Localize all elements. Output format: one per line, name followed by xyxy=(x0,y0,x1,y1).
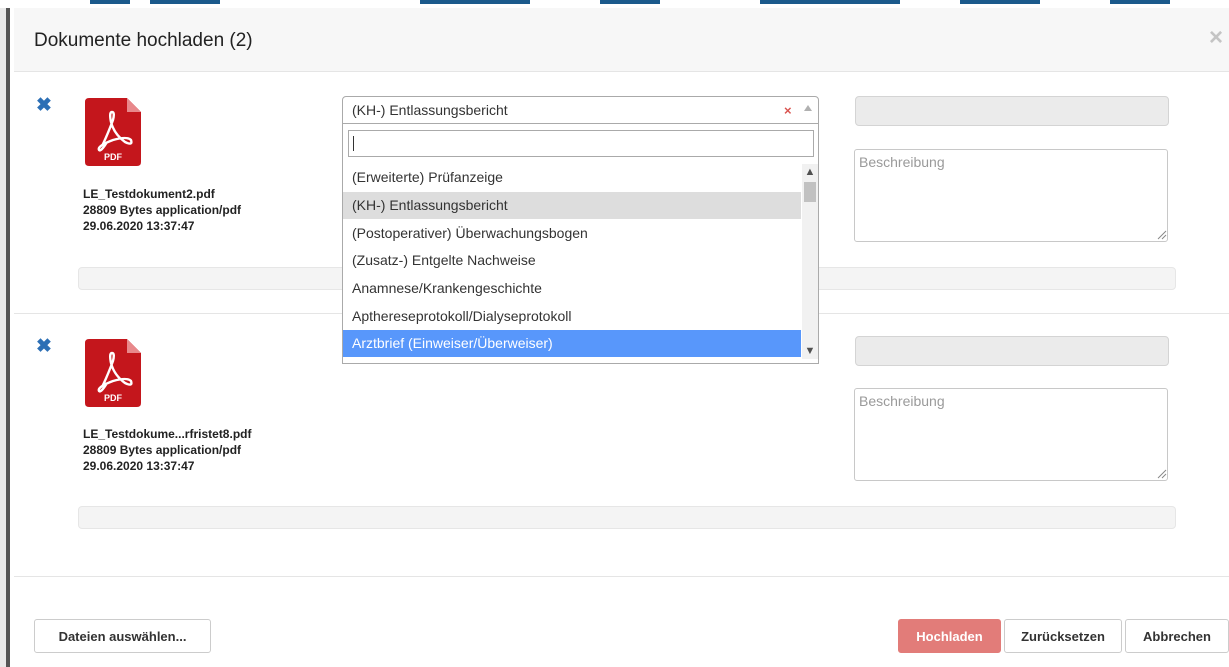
scroll-down-icon[interactable]: ▼ xyxy=(802,343,818,359)
file-date: 29.06.2020 13:37:47 xyxy=(83,219,195,233)
file-name: LE_Testdokume...rfristet8.pdf xyxy=(83,427,252,441)
background-page-strip xyxy=(0,0,1229,8)
file-info: LE_Testdokume...rfristet8.pdf 28809 Byte… xyxy=(83,426,251,474)
remove-file-icon[interactable]: ✖ xyxy=(36,335,52,358)
option-item[interactable]: Apthereseprotokoll/Dialyseprotokoll xyxy=(343,303,801,330)
dialog-header: Dokumente hochladen (2) × xyxy=(14,8,1229,72)
text-caret xyxy=(353,136,354,151)
file-info: LE_Testdokument2.pdf 28809 Bytes applica… xyxy=(83,186,241,234)
pdf-icon-label: PDF xyxy=(104,152,123,162)
file-name: LE_Testdokument2.pdf xyxy=(83,187,215,201)
file-date: 29.06.2020 13:37:47 xyxy=(83,459,195,473)
option-item[interactable]: Anamnese/Krankengeschichte xyxy=(343,275,801,302)
footer-divider xyxy=(14,576,1229,577)
dialog-title: Dokumente hochladen (2) xyxy=(34,30,253,51)
resize-grip-icon[interactable] xyxy=(1157,469,1167,479)
clear-selection-icon[interactable]: × xyxy=(784,103,792,118)
cancel-button[interactable]: Abbrechen xyxy=(1125,619,1229,653)
option-item[interactable]: (Zusatz-) Entgelte Nachweise xyxy=(343,247,801,274)
resize-grip-icon[interactable] xyxy=(1157,230,1167,240)
option-list: (Erweiterte) Prüfanzeige (KH-) Entlassun… xyxy=(343,164,801,359)
chevron-up-icon[interactable] xyxy=(804,105,812,111)
close-icon[interactable]: × xyxy=(1209,24,1223,52)
background-window-border xyxy=(6,0,10,667)
document-type-field[interactable] xyxy=(855,336,1169,366)
scrollbar-thumb[interactable] xyxy=(804,182,816,202)
upload-button[interactable]: Hochladen xyxy=(898,619,1001,653)
document-type-select[interactable]: (KH-) Entlassungsbericht × xyxy=(342,96,819,124)
selected-value: (KH-) Entlassungsbericht xyxy=(352,102,508,118)
pdf-file-icon: PDF xyxy=(85,339,141,407)
description-input[interactable] xyxy=(854,149,1168,242)
pdf-icon-label: PDF xyxy=(104,393,123,403)
dropdown-search-input[interactable] xyxy=(348,130,814,157)
background-window-edge xyxy=(0,0,10,667)
description-input[interactable] xyxy=(854,388,1168,481)
document-type-field[interactable] xyxy=(855,96,1169,126)
remove-file-icon[interactable]: ✖ xyxy=(36,94,52,117)
file-size-type: 28809 Bytes application/pdf xyxy=(83,443,242,457)
option-item-hovered[interactable]: (KH-) Entlassungsbericht xyxy=(343,192,801,219)
select-dropdown: (Erweiterte) Prüfanzeige (KH-) Entlassun… xyxy=(342,124,819,364)
choose-files-button[interactable]: Dateien auswählen... xyxy=(34,619,211,653)
option-item-active[interactable]: Arztbrief (Einweiser/Überweiser) xyxy=(343,330,801,357)
upload-progress-bar xyxy=(78,506,1176,529)
scroll-up-icon[interactable]: ▲ xyxy=(802,164,818,180)
file-size-type: 28809 Bytes application/pdf xyxy=(83,203,242,217)
upload-dialog: Dokumente hochladen (2) × ✖ PDF LE_Testd… xyxy=(14,8,1229,667)
reset-button[interactable]: Zurücksetzen xyxy=(1004,619,1122,653)
dropdown-scrollbar[interactable]: ▲ ▼ xyxy=(802,164,818,359)
option-item[interactable]: (Postoperativer) Überwachungsbogen xyxy=(343,220,801,247)
pdf-file-icon: PDF xyxy=(85,98,141,166)
option-item[interactable]: (Erweiterte) Prüfanzeige xyxy=(343,164,801,191)
